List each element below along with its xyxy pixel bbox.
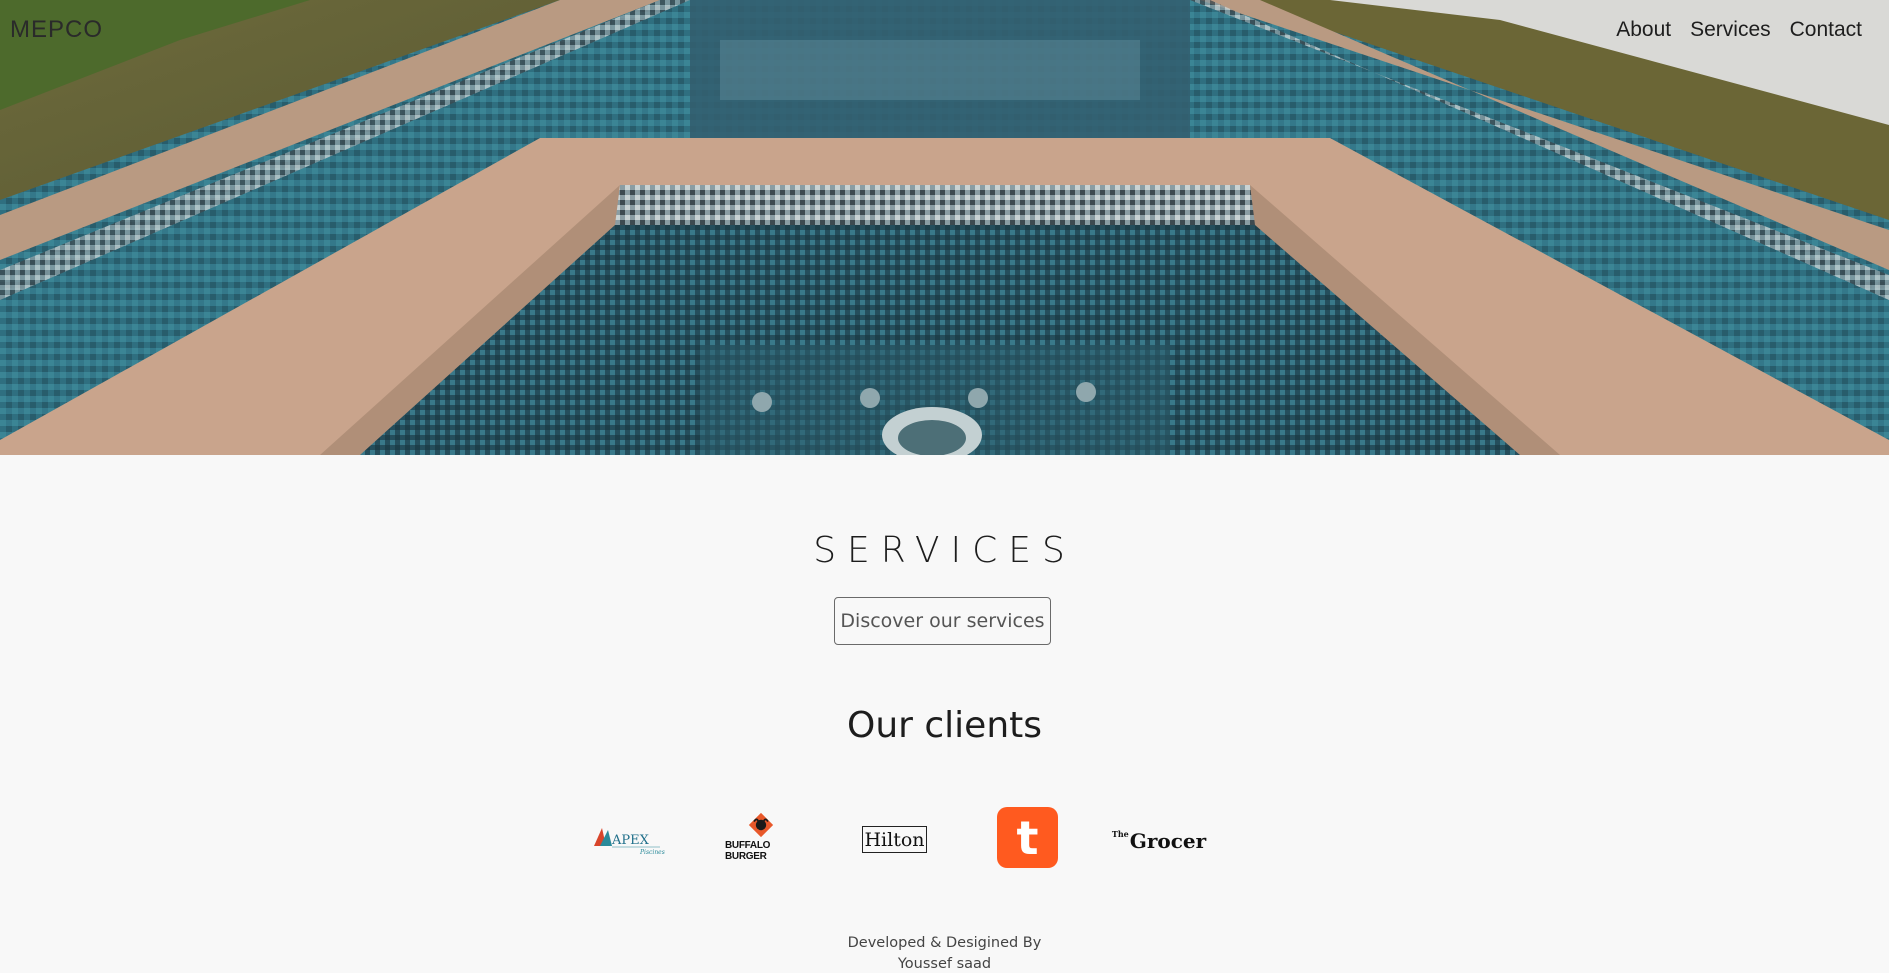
client-logo-talabat: t [997,807,1058,868]
nav-contact[interactable]: Contact [1790,18,1862,42]
hero-banner: MEPCO About Services Contact [0,0,1889,455]
services-title: SERVICES [813,530,1076,571]
nav-about[interactable]: About [1616,18,1671,42]
svg-text:APEX: APEX [611,833,650,848]
discover-services-button[interactable]: Discover our services [834,597,1051,645]
client-logo-buffalo-burger: BUFFALO BURGER [725,812,797,862]
brand-logo[interactable]: MEPCO [10,16,103,44]
buffalo-burger-label: BUFFALO BURGER [725,840,771,862]
top-nav: About Services Contact [1616,18,1862,42]
pool-hero-image [0,0,1889,455]
grocer-prefix: The [1111,829,1129,839]
footer-credit-line2: Youssef saad [897,956,992,972]
client-logo-grocer: The Grocer [1112,826,1206,856]
client-logo-hilton: Hilton [862,826,927,853]
nav-services[interactable]: Services [1690,18,1771,42]
apex-icon: APEX Piscines [594,828,665,856]
clients-title: Our clients [846,705,1043,746]
footer-credit-line1: Developed & Desigined By [847,935,1042,951]
grocer-label: Grocer [1129,829,1207,853]
svg-text:Piscines: Piscines [639,849,665,856]
client-logo-apex: APEX Piscines [590,822,670,858]
buffalo-icon [748,812,774,838]
